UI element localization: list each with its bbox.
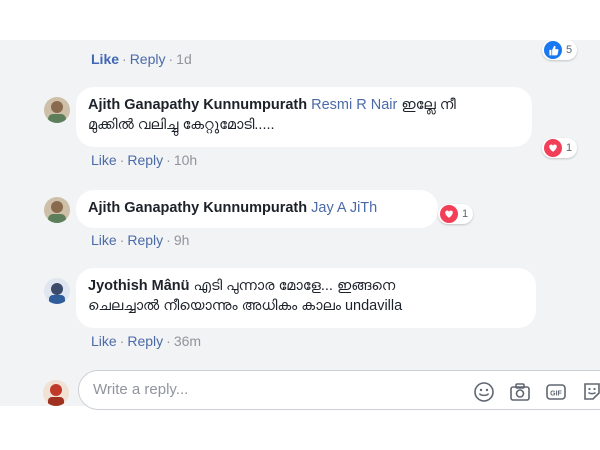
- reaction-count: 1: [462, 208, 469, 220]
- comment-bubble: Ajith Ganapathy Kunnumpurath Jay A JiTh: [76, 190, 438, 228]
- comment-actions: Like · Reply · 1d: [91, 51, 192, 67]
- comment-bubble: Jyothish Mânü എടി പുന്നാര മോളേ... ഇങ്ങനെ…: [76, 268, 536, 328]
- like-icon: [544, 41, 562, 59]
- reply-link[interactable]: Reply: [127, 232, 163, 248]
- my-avatar[interactable]: [43, 380, 69, 406]
- avatar[interactable]: [44, 97, 70, 123]
- comment-text: എടി പുന്നാര മോളേ... ഇങ്ങനെ: [193, 278, 396, 294]
- reply-link[interactable]: Reply: [127, 333, 163, 349]
- comment-actions: Like · Reply · 9h: [91, 232, 190, 248]
- like-link[interactable]: Like: [91, 152, 117, 168]
- reaction-count: 5: [566, 44, 573, 56]
- heart-icon: [440, 205, 458, 223]
- reply-link[interactable]: Reply: [127, 152, 163, 168]
- reply-input[interactable]: [91, 380, 395, 399]
- comment-author[interactable]: Jyothish Mânü: [88, 278, 190, 294]
- mention-link[interactable]: Jay A JiTh: [311, 200, 377, 216]
- comment-bubble: Ajith Ganapathy Kunnumpurath Resmi R Nai…: [76, 87, 532, 147]
- comment-time[interactable]: 36m: [174, 333, 201, 349]
- camera-icon[interactable]: [509, 381, 531, 403]
- mention-link[interactable]: Resmi R Nair: [311, 97, 397, 113]
- svg-text:GIF: GIF: [550, 391, 562, 398]
- comment-actions: Like · Reply · 36m: [91, 333, 202, 349]
- like-link[interactable]: Like: [91, 51, 119, 67]
- reaction-badge[interactable]: 5: [542, 40, 578, 60]
- comment-actions: Like · Reply · 10h: [91, 152, 198, 168]
- comment-thread: Like · Reply · 1d 5 Ajith Ganapathy Kunnumpu…: [0, 40, 600, 406]
- comment-text: ഇല്ലേ നീ: [401, 97, 456, 113]
- sticker-icon[interactable]: [581, 381, 600, 403]
- gif-icon[interactable]: GIF: [545, 381, 567, 403]
- comment-time[interactable]: 10h: [174, 152, 197, 168]
- avatar[interactable]: [44, 197, 70, 223]
- comment-time[interactable]: 9h: [174, 232, 190, 248]
- emoji-icon[interactable]: [473, 381, 495, 403]
- avatar[interactable]: [44, 278, 70, 304]
- comment-author[interactable]: Ajith Ganapathy Kunnumpurath: [88, 200, 307, 216]
- reply-composer: GIF: [78, 370, 600, 410]
- reaction-badge[interactable]: 1: [542, 138, 578, 158]
- reaction-count: 1: [566, 142, 573, 154]
- heart-icon: [544, 139, 562, 157]
- like-link[interactable]: Like: [91, 333, 117, 349]
- comment-text-line2: ചെലച്ചാൽ നീയൊന്നും അധികം കാലം undavilla: [88, 298, 403, 314]
- reply-link[interactable]: Reply: [130, 51, 166, 67]
- comment-text-line2: മുക്കിൽ വലിച്ചു കേറ്റുമോടി.....: [88, 117, 275, 133]
- comment-time[interactable]: 1d: [176, 51, 192, 67]
- like-link[interactable]: Like: [91, 232, 117, 248]
- comment-author[interactable]: Ajith Ganapathy Kunnumpurath: [88, 97, 307, 113]
- reaction-badge[interactable]: 1: [438, 204, 474, 224]
